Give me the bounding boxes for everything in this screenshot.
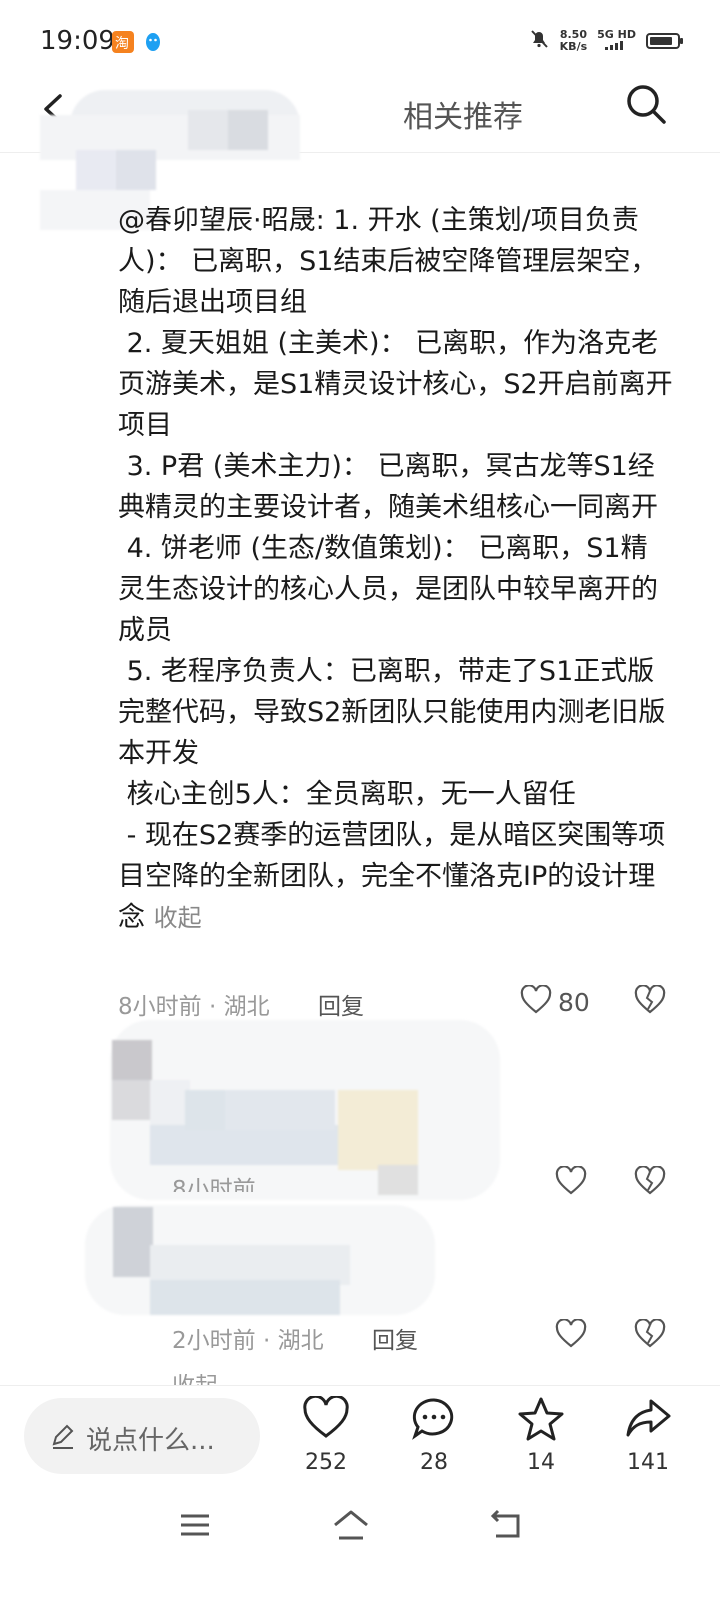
- search-button[interactable]: [624, 82, 668, 126]
- menu-icon: [181, 1514, 209, 1536]
- signal-icon: [604, 40, 623, 50]
- dislike-button[interactable]: [634, 984, 666, 1019]
- reply2-dislike-button[interactable]: [634, 1165, 666, 1200]
- broken-heart-icon: [634, 984, 666, 1014]
- reply2-meta: 8小时前: [172, 1177, 256, 1192]
- heart-icon: [555, 1318, 587, 1348]
- network-speed: 8.50 KB/s: [559, 28, 588, 53]
- reply2-like-button[interactable]: [555, 1165, 587, 1200]
- pencil-icon: [50, 1422, 76, 1454]
- like-button[interactable]: [520, 984, 552, 1019]
- reply-button[interactable]: 回复: [318, 987, 364, 1021]
- qq-app-icon: [142, 31, 164, 53]
- reply3-dislike-button[interactable]: [634, 1318, 666, 1353]
- post-share-count: 141: [627, 1450, 669, 1475]
- speed-unit: KB/s: [559, 39, 588, 53]
- comment-input-placeholder[interactable]: 说点什么...: [86, 1420, 215, 1457]
- post-like-count: 252: [305, 1450, 347, 1475]
- battery-icon: [646, 32, 683, 49]
- broken-heart-icon: [634, 1165, 666, 1195]
- broken-heart-icon: [634, 1318, 666, 1348]
- status-indicators: 8.50 KB/s 5G HD: [528, 27, 683, 53]
- collapse-link[interactable]: 收起: [154, 904, 202, 932]
- like-count: 80: [558, 988, 590, 1017]
- comment-text: @春卯望辰·昭晟: 1. 开水 (主策划/项目负责人)： 已离职，S1结束后被空…: [118, 205, 673, 933]
- header-title: 相关推荐: [403, 100, 523, 135]
- taobao-app-icon: 淘: [112, 31, 134, 53]
- svg-text:淘: 淘: [115, 36, 129, 52]
- search-icon: [627, 85, 666, 124]
- mute-bell-icon: [528, 28, 550, 53]
- chat-bubble-icon: [412, 1398, 454, 1440]
- network-type: 5G HD: [597, 27, 636, 53]
- post-comment-count: 28: [420, 1450, 448, 1475]
- reply3-reply-button[interactable]: 回复: [372, 1321, 418, 1355]
- home-nav-button[interactable]: [331, 1508, 371, 1546]
- star-icon: [518, 1397, 564, 1441]
- comment-body: @春卯望辰·昭晟: 1. 开水 (主策划/项目负责人)： 已离职，S1结束后被空…: [118, 200, 674, 939]
- status-bar: 19:09 淘 8.50 KB/s 5G HD: [0, 0, 720, 80]
- home-icon: [334, 1510, 368, 1540]
- reply3-meta: 2小时前 · 湖北: [172, 1328, 324, 1354]
- post-share-button[interactable]: [624, 1396, 672, 1444]
- blurred-reply: [85, 1205, 445, 1315]
- reply3-like-button[interactable]: [555, 1318, 587, 1353]
- post-favorite-count: 14: [527, 1450, 555, 1475]
- back-arrow-icon: [490, 1509, 520, 1538]
- menu-nav-button[interactable]: [178, 1510, 212, 1544]
- network-label: 5G HD: [597, 27, 636, 41]
- comment-meta: 8小时前 · 湖北: [118, 994, 270, 1020]
- post-favorite-button[interactable]: [517, 1396, 565, 1446]
- share-arrow-icon: [626, 1399, 671, 1437]
- status-time: 19:09: [40, 26, 115, 56]
- heart-icon: [520, 984, 552, 1014]
- post-comment-button[interactable]: [410, 1396, 458, 1444]
- back-nav-button[interactable]: [488, 1508, 524, 1546]
- post-like-button[interactable]: [302, 1394, 350, 1444]
- heart-icon: [555, 1165, 587, 1195]
- blurred-reply: [110, 1020, 510, 1200]
- heart-icon: [303, 1394, 349, 1438]
